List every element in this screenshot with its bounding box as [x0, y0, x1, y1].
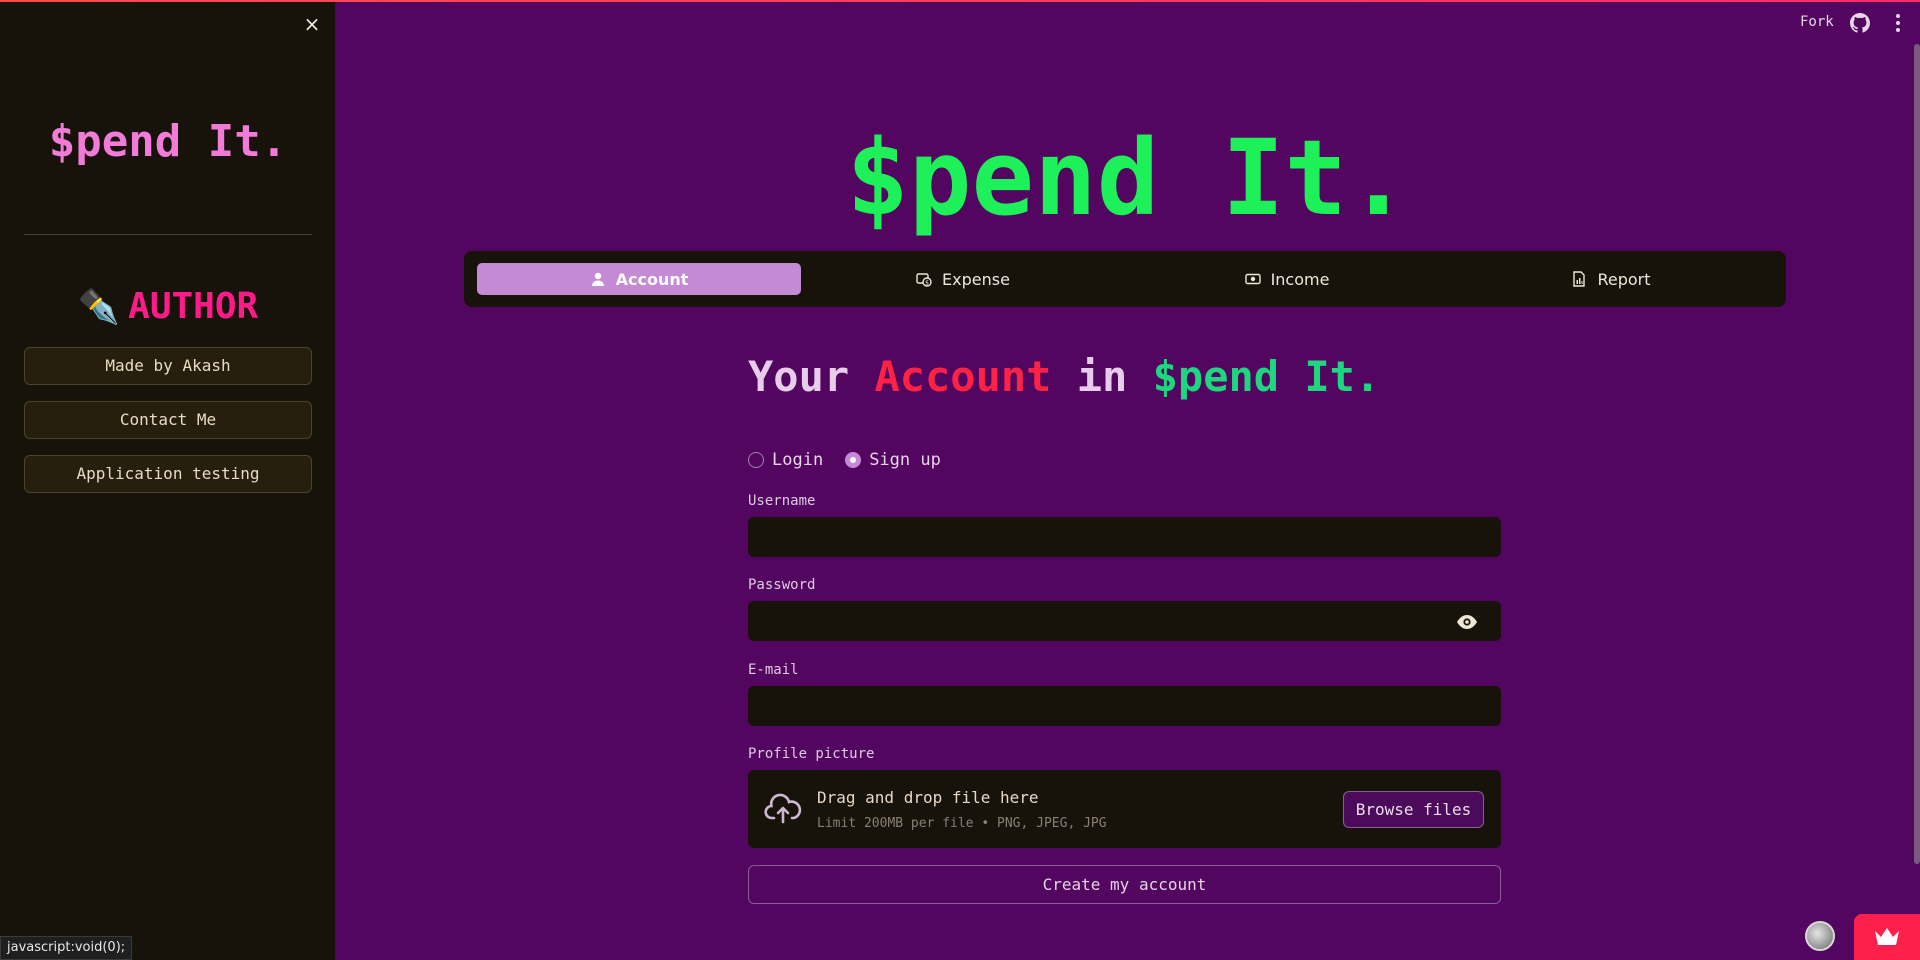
- sidebar-close-icon[interactable]: ×: [302, 14, 322, 34]
- tab-expense[interactable]: $ Expense: [801, 263, 1125, 295]
- profile-picture-label: Profile picture: [748, 746, 875, 762]
- auth-mode-radio-group: Login Sign up: [748, 450, 941, 470]
- person-icon: [591, 272, 604, 286]
- tab-account[interactable]: Account: [477, 263, 801, 295]
- signup-radio-label: Sign up: [869, 450, 941, 470]
- heading-word-brand: $pend It.: [1152, 352, 1381, 401]
- status-bar-link: javascript:void(0);: [0, 936, 133, 960]
- email-label: E-mail: [748, 662, 799, 678]
- application-testing-button[interactable]: Application testing: [24, 455, 312, 493]
- avatar[interactable]: [1805, 921, 1835, 951]
- username-input[interactable]: [748, 517, 1501, 557]
- contact-me-button[interactable]: Contact Me: [24, 401, 312, 439]
- account-heading: Your Account in $pend It.: [748, 352, 1380, 402]
- report-icon: [1573, 271, 1586, 287]
- tab-income[interactable]: Income: [1125, 263, 1449, 295]
- expense-icon: $: [916, 273, 932, 287]
- show-password-eye-icon[interactable]: [1456, 612, 1478, 632]
- kebab-menu-icon[interactable]: [1890, 12, 1906, 34]
- sidebar-divider: [24, 234, 312, 235]
- tab-report[interactable]: Report: [1449, 263, 1773, 295]
- password-input[interactable]: [748, 601, 1501, 641]
- made-by-button[interactable]: Made by Akash: [24, 347, 312, 385]
- tab-account-label: Account: [615, 269, 689, 289]
- github-icon[interactable]: [1850, 13, 1870, 33]
- sidebar-brand-title: $pend It.: [48, 116, 288, 167]
- login-radio-dot[interactable]: [748, 452, 764, 468]
- username-label: Username: [748, 493, 816, 509]
- author-heading-text: AUTHOR: [128, 286, 259, 327]
- signup-radio-dot[interactable]: [845, 452, 862, 468]
- upload-limit-hint: Limit 200MB per file • PNG, JPEG, JPG: [817, 816, 1107, 831]
- heading-word-in: in: [1076, 352, 1128, 401]
- file-uploader-dropzone[interactable]: Drag and drop file here Limit 200MB per …: [748, 770, 1501, 848]
- fountain-pen-icon: ✒️: [77, 287, 121, 327]
- heading-word-your: Your: [748, 352, 850, 401]
- email-input[interactable]: [748, 686, 1501, 726]
- browse-files-button[interactable]: Browse files: [1343, 791, 1484, 828]
- crown-icon: [1875, 928, 1899, 945]
- app-title: $pend It.: [846, 117, 1410, 239]
- upload-instructions: Drag and drop file here: [817, 788, 1039, 807]
- login-radio[interactable]: Login: [748, 450, 823, 470]
- svg-text:$: $: [925, 279, 929, 286]
- sidebar: × $pend It. ✒️ AUTHOR Made by Akash Conta…: [0, 0, 336, 960]
- tab-income-label: Income: [1270, 269, 1330, 289]
- tab-expense-label: Expense: [942, 269, 1010, 289]
- streamlit-badge[interactable]: [1854, 914, 1920, 960]
- author-heading: ✒️ AUTHOR: [0, 286, 336, 327]
- cash-icon: [1244, 273, 1261, 285]
- fork-button[interactable]: Fork: [1800, 14, 1834, 30]
- password-label: Password: [748, 577, 816, 593]
- tab-bar: Account $ Expense Income Report: [464, 251, 1786, 307]
- login-radio-label: Login: [772, 450, 824, 470]
- create-account-button[interactable]: Create my account: [748, 865, 1501, 904]
- tab-report-label: Report: [1597, 269, 1651, 289]
- cloud-upload-icon: [764, 793, 802, 824]
- heading-word-account: Account: [874, 352, 1052, 401]
- signup-radio[interactable]: Sign up: [845, 450, 941, 470]
- top-accent-bar: [0, 0, 1920, 2]
